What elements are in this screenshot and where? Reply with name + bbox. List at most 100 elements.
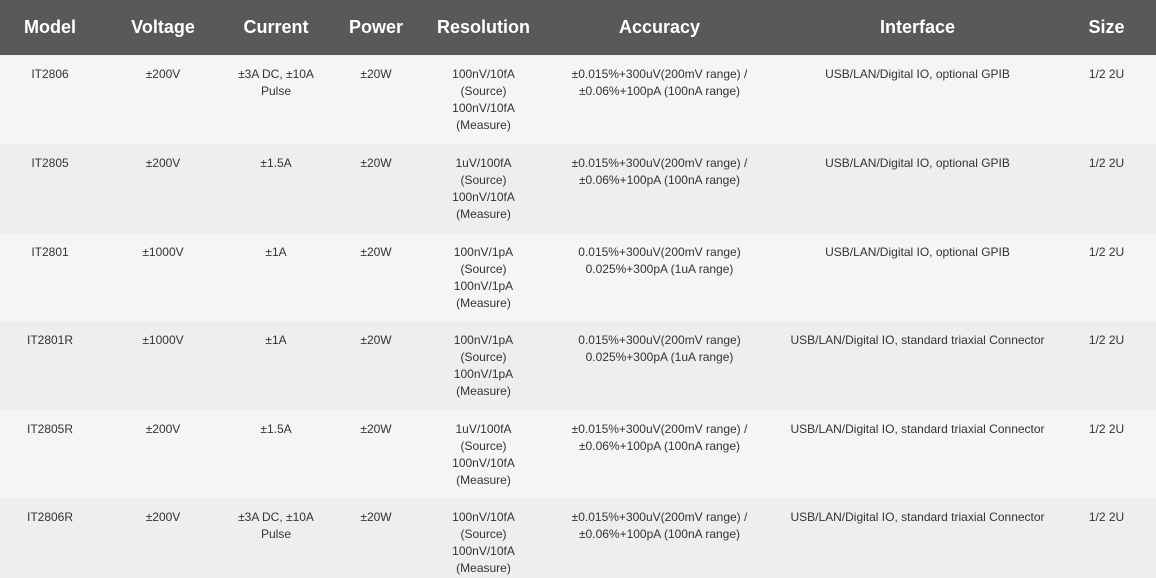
cell-line: 100nV/10fA [452,101,515,115]
cell-accuracy: ±0.015%+300uV(200mV range) / ±0.06%+100p… [541,144,778,233]
cell-line: 100nV/1pA [453,245,514,259]
cell-line: 100nV/10fA [452,67,515,81]
cell-accuracy: ±0.015%+300uV(200mV range) / ±0.06%+100p… [541,498,778,578]
cell-model: IT2806 [31,67,69,81]
cell-line: 0.025%+300pA (1uA range) [585,262,734,276]
cell-line: (Measure) [456,296,511,310]
cell-line: ±1A [265,333,287,347]
cell-resolution: 1uV/100fA (Source) 100nV/10fA (Measure) [426,410,541,498]
cell-size: 1/2 2U [1088,333,1125,347]
cell-model: IT2801R [26,333,74,347]
cell-line: ±0.06%+100pA (100nA range) [578,439,741,453]
cell-line: (Source) [460,173,507,187]
cell-line: 0.015%+300uV(200mV range) [578,333,741,347]
header-interface: Interface [778,0,1057,55]
cell-model: IT2805 [31,156,69,170]
cell-line: (Measure) [456,561,511,575]
cell-interface: USB/LAN/Digital IO, standard triaxial Co… [790,333,1045,347]
table-row: IT2801 ±1000V ±1A ±20W 100nV/1pA (Source… [0,233,1156,321]
cell-line: ±0.015%+300uV(200mV range) / [571,156,748,170]
cell-accuracy: ±0.015%+300uV(200mV range) / ±0.06%+100p… [541,410,778,498]
cell-line: ±3A DC, ±10A [238,510,314,524]
cell-line: (Source) [460,350,507,364]
spec-table: Model Voltage Current Power Resolution A… [0,0,1156,578]
table-row: IT2806R ±200V ±3A DC, ±10A Pulse ±20W 10… [0,498,1156,578]
table-row: IT2805R ±200V ±1.5A ±20W 1uV/100fA (Sour… [0,410,1156,498]
cell-line: 100nV/10fA [452,456,515,470]
cell-line: (Measure) [456,384,511,398]
cell-line: 100nV/10fA [452,190,515,204]
cell-model: IT2801 [31,245,69,259]
cell-size: 1/2 2U [1088,245,1125,259]
cell-resolution: 100nV/10fA (Source) 100nV/10fA (Measure) [426,498,541,578]
cell-accuracy: 0.015%+300uV(200mV range) 0.025%+300pA (… [541,233,778,321]
cell-line: 100nV/1pA [453,333,514,347]
cell-line: ±0.06%+100pA (100nA range) [578,527,741,541]
header-model: Model [0,0,100,55]
cell-power: ±20W [360,510,392,524]
cell-voltage: ±200V [145,422,181,436]
cell-line: Pulse [260,527,292,541]
table-row: IT2801R ±1000V ±1A ±20W 100nV/1pA (Sourc… [0,321,1156,410]
cell-line: 100nV/1pA [453,367,514,381]
cell-line: (Measure) [456,207,511,221]
cell-line: 1uV/100fA [455,422,512,436]
cell-current: ±1.5A [226,410,326,498]
cell-line: 0.015%+300uV(200mV range) [578,245,741,259]
header-current: Current [226,0,326,55]
cell-current: ±1.5A [226,144,326,233]
header-size: Size [1057,0,1156,55]
cell-voltage: ±1000V [142,245,184,259]
cell-line: (Measure) [456,118,511,132]
cell-power: ±20W [360,245,392,259]
cell-power: ±20W [360,333,392,347]
cell-resolution: 100nV/1pA (Source) 100nV/1pA (Measure) [426,233,541,321]
table-row: IT2805 ±200V ±1.5A ±20W 1uV/100fA (Sourc… [0,144,1156,233]
cell-line: ±0.015%+300uV(200mV range) / [571,67,748,81]
cell-line: 0.025%+300pA (1uA range) [585,350,734,364]
cell-line: ±0.06%+100pA (100nA range) [578,84,741,98]
table-row: IT2806 ±200V ±3A DC, ±10A Pulse ±20W 100… [0,55,1156,144]
cell-line: ±0.06%+100pA (100nA range) [578,173,741,187]
cell-resolution: 1uV/100fA (Source) 100nV/10fA (Measure) [426,144,541,233]
cell-power: ±20W [360,422,392,436]
cell-line: 100nV/10fA [452,544,515,558]
cell-line: (Source) [460,527,507,541]
cell-interface: USB/LAN/Digital IO, standard triaxial Co… [790,422,1045,436]
cell-line: ±1A [265,245,287,259]
cell-resolution: 100nV/1pA (Source) 100nV/1pA (Measure) [426,321,541,410]
header-voltage: Voltage [100,0,226,55]
cell-line: ±1.5A [260,156,292,170]
cell-line: 100nV/1pA [453,279,514,293]
cell-interface: USB/LAN/Digital IO, optional GPIB [825,156,1010,170]
cell-model: IT2806R [26,510,74,524]
header-accuracy: Accuracy [541,0,778,55]
cell-accuracy: ±0.015%+300uV(200mV range) / ±0.06%+100p… [541,55,778,144]
cell-line: (Measure) [456,473,511,487]
header-resolution: Resolution [426,0,541,55]
cell-line: (Source) [460,84,507,98]
cell-current: ±1A [226,233,326,321]
cell-voltage: ±200V [145,510,181,524]
cell-resolution: 100nV/10fA (Source) 100nV/10fA (Measure) [426,55,541,144]
cell-line: 1uV/100fA [455,156,512,170]
cell-interface: USB/LAN/Digital IO, optional GPIB [825,245,1010,259]
header-row: Model Voltage Current Power Resolution A… [0,0,1156,55]
cell-model: IT2805R [26,422,74,436]
cell-line: ±3A DC, ±10A [238,67,314,81]
cell-current: ±3A DC, ±10A Pulse [226,498,326,578]
cell-current: ±3A DC, ±10A Pulse [226,55,326,144]
cell-line: ±0.015%+300uV(200mV range) / [571,510,748,524]
cell-size: 1/2 2U [1088,510,1125,524]
cell-size: 1/2 2U [1088,67,1125,81]
cell-line: ±1.5A [260,422,292,436]
cell-line: 100nV/10fA [452,510,515,524]
cell-line: Pulse [260,84,292,98]
cell-size: 1/2 2U [1088,422,1125,436]
cell-voltage: ±200V [145,156,181,170]
cell-line: ±0.015%+300uV(200mV range) / [571,422,748,436]
cell-interface: USB/LAN/Digital IO, optional GPIB [825,67,1010,81]
header-power: Power [326,0,426,55]
cell-interface: USB/LAN/Digital IO, standard triaxial Co… [790,510,1045,524]
cell-accuracy: 0.015%+300uV(200mV range) 0.025%+300pA (… [541,321,778,410]
